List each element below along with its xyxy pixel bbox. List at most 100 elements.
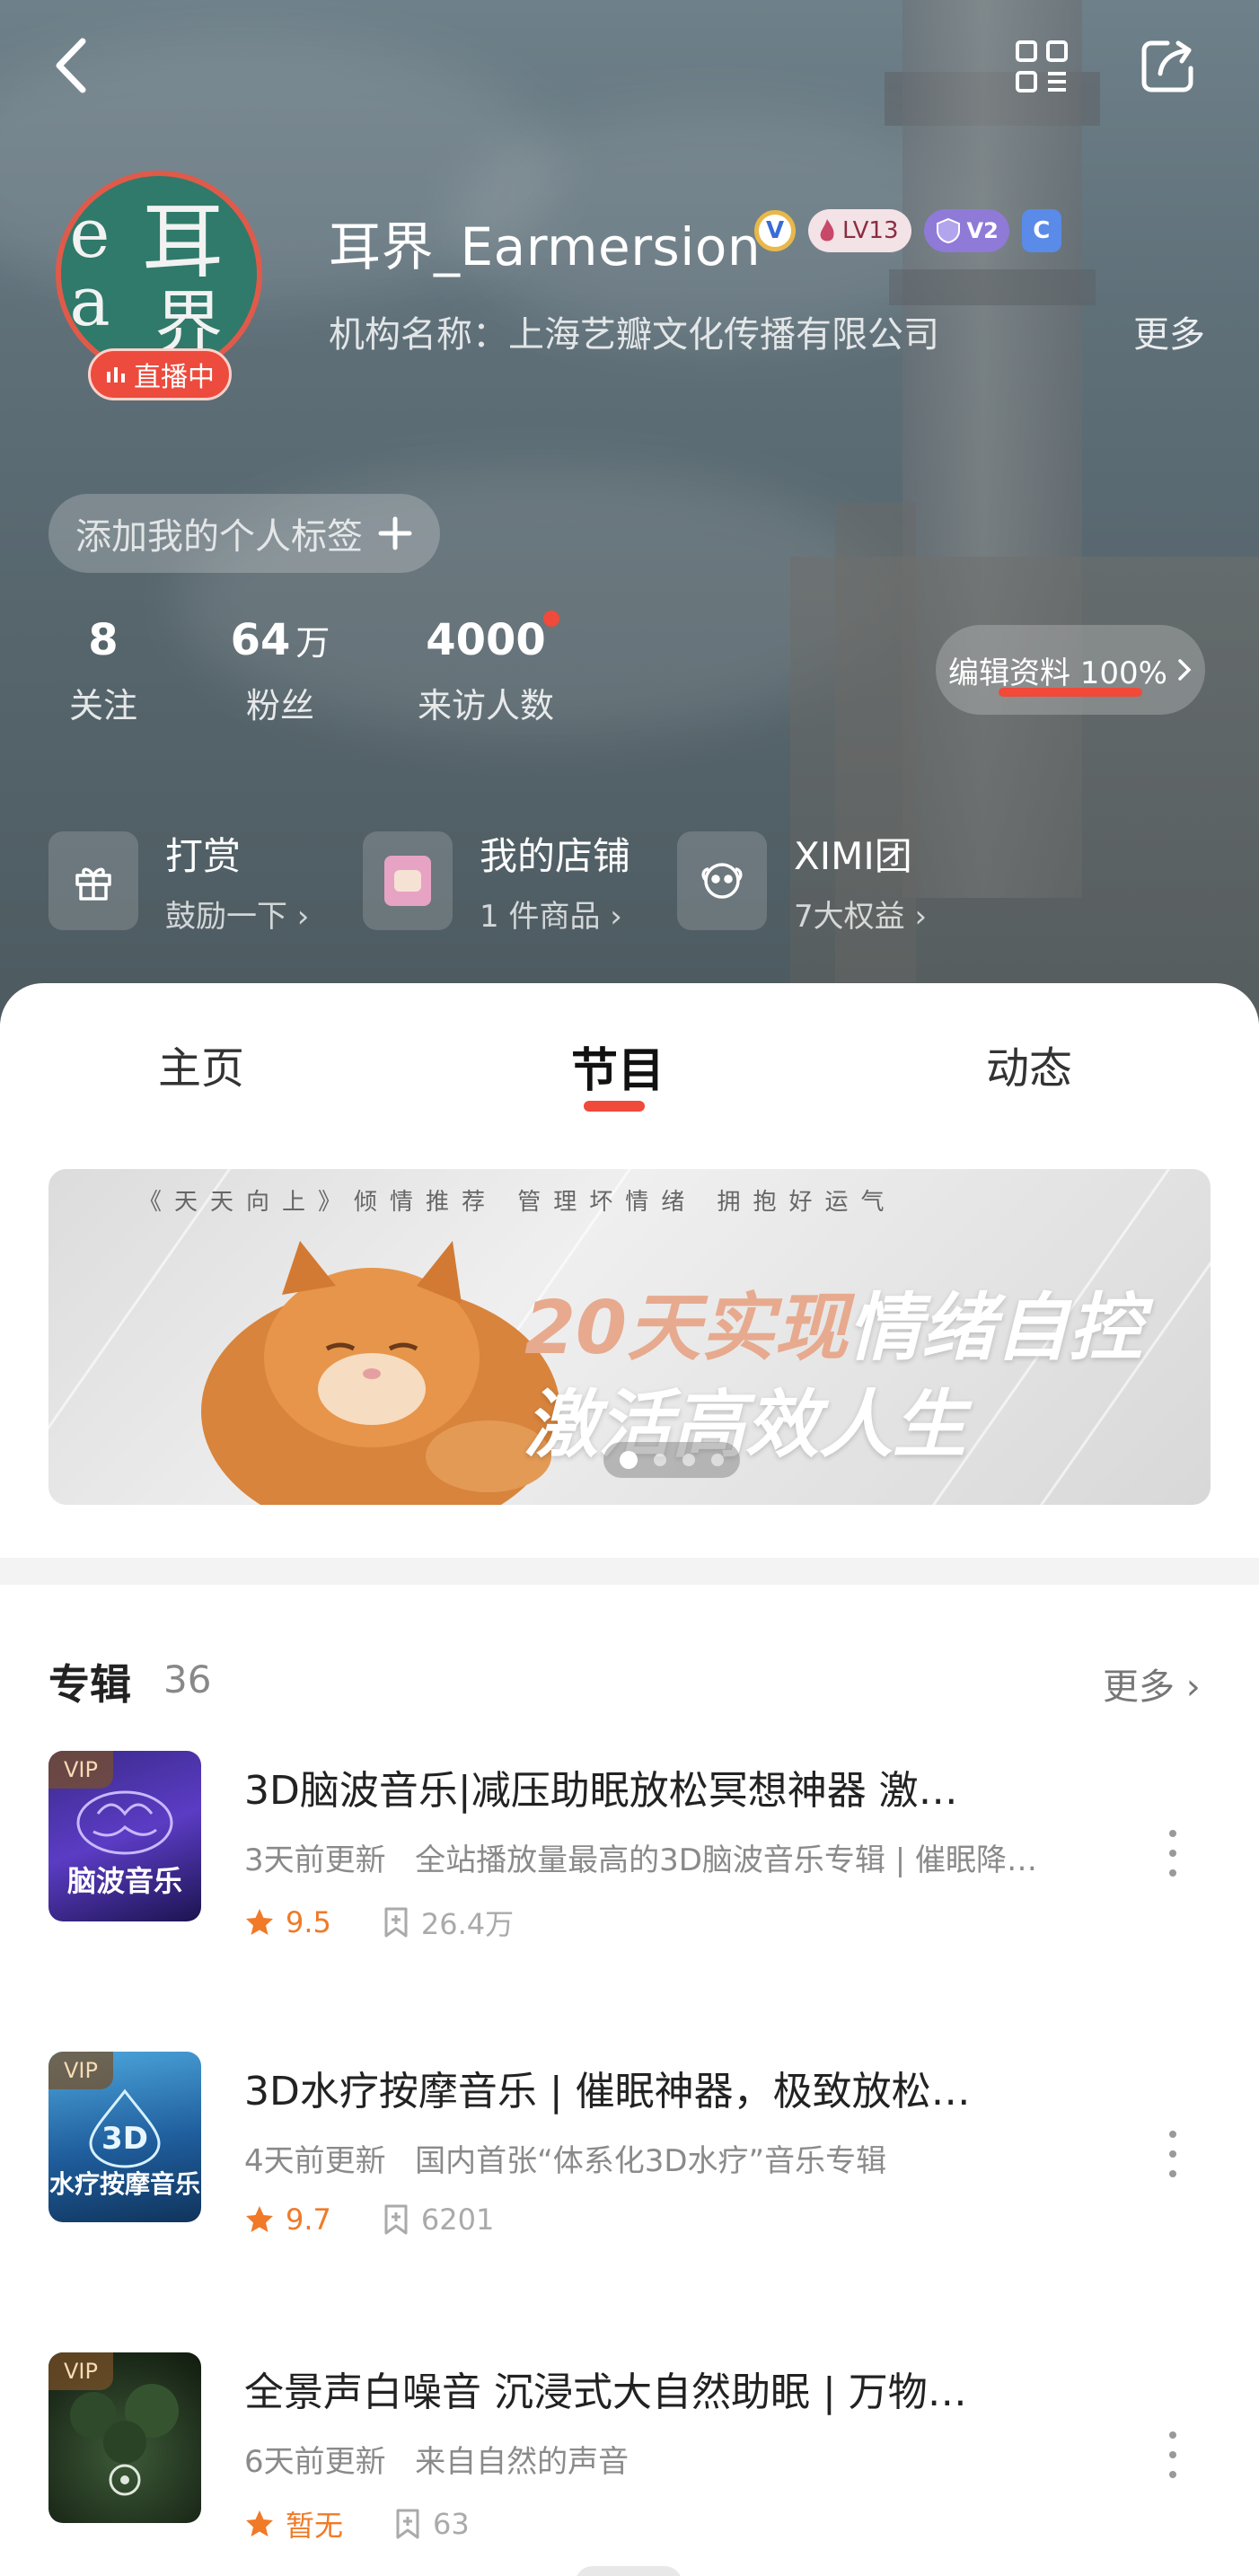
more-options-icon[interactable]	[1164, 1826, 1182, 1880]
add-tag-button[interactable]: 添加我的个人标签	[48, 494, 440, 573]
visitors-stat[interactable]: 4000 来访人数	[409, 615, 562, 727]
album-subtitle: 3天前更新 全站播放量最高的3D脑波音乐专辑 | 催眠降…	[244, 1835, 1142, 1879]
banner-headline-a: 20天实现	[524, 1286, 849, 1371]
album-updated: 4天前更新	[244, 2143, 386, 2179]
forest-image	[70, 2384, 179, 2496]
carousel-dot[interactable]	[711, 1454, 724, 1466]
album-subscribers: 26.4万	[420, 1907, 515, 1941]
album-score: 暂无	[286, 2509, 344, 2543]
chevron-right-icon	[1178, 659, 1192, 681]
carousel-dot[interactable]	[682, 1454, 695, 1466]
store-link[interactable]: 我的店铺 1 件商品 ›	[363, 826, 630, 936]
vip-tag: VIP	[48, 1751, 113, 1789]
store-subtitle: 1 件商品	[480, 899, 601, 935]
albums-title: 专辑	[48, 1660, 131, 1709]
ximi-subtitle: 7大权益	[794, 899, 905, 935]
album-item[interactable]: 3D VIP 水疗按摩音乐 3D水疗按摩音乐 | 催眠神器，极致放松… 4天前更…	[48, 2052, 1216, 2267]
following-label: 关注	[68, 686, 137, 725]
star-icon	[246, 1909, 273, 1935]
vip-tag: VIP	[48, 2352, 113, 2390]
album-updated: 3天前更新	[244, 1842, 386, 1878]
album-subtitle: 6天前更新 来自自然的声音	[244, 2437, 1142, 2481]
album-title: 3D水疗按摩音乐 | 催眠神器，极致放松…	[244, 2069, 971, 2114]
banner-headline: 20天实现情绪自控	[524, 1268, 1142, 1375]
level-flame-icon	[820, 219, 834, 242]
album-title: 全景声白噪音 沉浸式大自然助眠 | 万物…	[244, 2369, 967, 2415]
qr-code-icon[interactable]	[1015, 40, 1069, 93]
profile-tabs: 主页 节目 动态	[0, 1033, 1259, 1140]
fans-unit: 万	[295, 623, 330, 663]
banner-tagline: 《天天向上》倾情推荐 管理坏情绪 拥抱好运气	[138, 1189, 897, 1216]
sleeping-cat-image	[201, 1241, 560, 1505]
album-description: 来自自然的声音	[415, 2444, 630, 2480]
promo-banner[interactable]: 《天天向上》倾情推荐 管理坏情绪 拥抱好运气 20天实现情绪自控 激活高效人生	[48, 1169, 1211, 1505]
vip-level-label: V2	[966, 218, 999, 243]
banner-headline-b: 情绪自控	[848, 1286, 1143, 1371]
level-label: LV13	[842, 217, 899, 244]
avatar[interactable]: e a 耳 界	[56, 171, 262, 377]
more-options-icon[interactable]	[1164, 2428, 1182, 2482]
more-options-icon[interactable]	[1164, 2127, 1182, 2181]
svg-text:3D: 3D	[101, 2121, 148, 2157]
album-item[interactable]: VIP 脑波音乐 3D脑波音乐|减压助眠放松冥想神器 激… 3天前更新 全站播放…	[48, 1751, 1216, 1966]
tip-title: 打赏	[165, 834, 242, 878]
carousel-dot[interactable]	[654, 1454, 666, 1466]
carousel-dot[interactable]	[620, 1451, 638, 1469]
plus-icon	[378, 516, 412, 550]
tab-programs[interactable]: 节目	[571, 1033, 665, 1100]
album-score: 9.7	[286, 2202, 331, 2237]
album-description: 国内首张“体系化3D水疗”音乐专辑	[415, 2143, 887, 2179]
visitors-label: 来访人数	[417, 686, 554, 725]
album-cover: VIP 脑波音乐	[48, 1751, 201, 1921]
albums-more-link[interactable]: 更多 ›	[1103, 1657, 1201, 1710]
tip-subtitle: 鼓励一下	[165, 899, 287, 935]
c-badge[interactable]: C	[1021, 209, 1061, 252]
ximi-icon	[677, 831, 767, 930]
album-subtitle: 4天前更新 国内首张“体系化3D水疗”音乐专辑	[244, 2136, 1142, 2180]
svg-text:耳: 耳	[142, 195, 224, 289]
album-item[interactable]: VIP 全景声白噪音 沉浸式大自然助眠 | 万物… 6天前更新 来自自然的声音 …	[48, 2352, 1216, 2568]
album-meta: 9.5 26.4万	[244, 1902, 514, 1943]
vip-badge[interactable]: V2	[923, 209, 1009, 252]
svg-text:a: a	[69, 262, 110, 341]
svg-text:e: e	[69, 194, 110, 273]
banner-subheadline: 激活高效人生	[524, 1383, 966, 1468]
visitors-count: 4000	[426, 615, 546, 665]
store-title: 我的店铺	[480, 834, 631, 878]
fans-label: 粉丝	[245, 686, 314, 725]
album-subscribers: 6201	[420, 2202, 495, 2237]
share-icon[interactable]	[1139, 38, 1196, 95]
live-badge[interactable]: 直播中	[88, 348, 232, 400]
following-stat[interactable]: 8 关注	[54, 615, 153, 727]
subscribe-count-icon	[396, 2509, 419, 2539]
albums-more-label: 更多	[1103, 1666, 1175, 1708]
tip-link[interactable]: 打赏 鼓励一下 ›	[48, 826, 309, 936]
username: 耳界_Earmersion	[329, 216, 762, 277]
fans-count: 64	[230, 615, 291, 665]
add-tag-label: 添加我的个人标签	[75, 516, 363, 558]
badge-row: V LV13 V2 C	[754, 209, 1061, 252]
edit-profile-button[interactable]: 编辑资料 100%	[936, 625, 1205, 715]
album-cover-title: 脑波音乐	[66, 1864, 182, 1898]
ximi-title: XIMI团	[794, 834, 912, 878]
fans-stat[interactable]: 64 万 粉丝	[208, 615, 352, 727]
bottom-handle[interactable]	[575, 2566, 682, 2576]
back-icon[interactable]	[47, 34, 101, 97]
store-thumbnail-icon	[363, 831, 453, 930]
active-tab-indicator	[584, 1101, 645, 1112]
tab-home[interactable]: 主页	[158, 1033, 244, 1095]
live-badge-label: 直播中	[134, 362, 215, 393]
star-icon	[246, 2206, 273, 2232]
subscribe-count-icon	[384, 1907, 408, 1938]
organization-name: 机构名称：上海艺瓣文化传播有限公司	[329, 314, 939, 356]
album-meta: 9.7 6201	[244, 2202, 494, 2237]
carousel-indicator[interactable]	[603, 1442, 740, 1478]
album-title: 3D脑波音乐|减压助眠放松冥想神器 激…	[244, 1768, 958, 1814]
live-bars-icon	[107, 367, 125, 382]
tab-activity[interactable]: 动态	[986, 1033, 1072, 1095]
album-meta: 暂无 63	[244, 2503, 470, 2545]
level-badge[interactable]: LV13	[808, 209, 911, 252]
verified-icon[interactable]: V	[754, 210, 796, 251]
profile-more-link[interactable]: 更多	[1133, 305, 1205, 357]
ximi-group-link[interactable]: XIMI团 7大权益 ›	[677, 826, 927, 936]
